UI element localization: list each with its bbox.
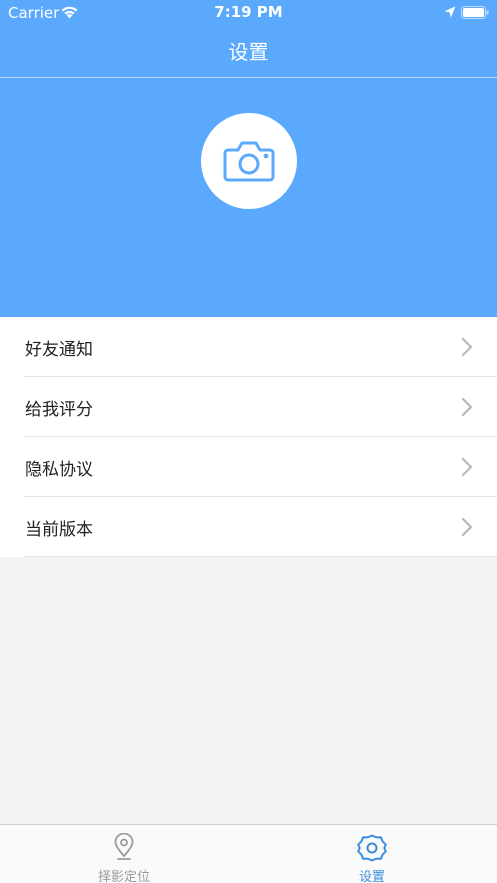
location-arrow-icon — [444, 6, 456, 18]
chevron-right-icon — [461, 517, 473, 537]
avatar-button[interactable] — [201, 113, 297, 209]
location-pin-icon — [114, 833, 134, 860]
tab-label: 择影定位 — [97, 870, 150, 883]
menu-item-rate-app[interactable]: 给我评分 — [0, 377, 497, 437]
chevron-right-icon — [461, 457, 473, 477]
row-divider — [24, 556, 497, 557]
menu-item-label: 当前版本 — [25, 519, 93, 540]
status-bar: Carrier 7:19 PM — [0, 0, 497, 26]
menu-item-current-version[interactable]: 当前版本 — [0, 497, 497, 557]
tab-locate[interactable]: 择影定位 — [0, 825, 248, 883]
nav-divider — [0, 77, 497, 78]
page-title: 设置 — [228, 40, 269, 64]
settings-menu: 好友通知 给我评分 隐私协议 当前版本 — [0, 317, 497, 557]
tab-label: 设置 — [358, 870, 385, 883]
chevron-right-icon — [461, 337, 473, 357]
menu-item-friend-notifications[interactable]: 好友通知 — [0, 317, 497, 377]
gear-icon — [357, 834, 387, 862]
tab-settings[interactable]: 设置 — [248, 825, 496, 883]
screen: Carrier 7:19 PM 设置 好友通知 给我评分 隐私协议 当前版本 择… — [0, 0, 497, 883]
menu-item-label: 给我评分 — [25, 399, 93, 420]
menu-item-label: 隐私协议 — [25, 459, 93, 480]
menu-item-label: 好友通知 — [25, 339, 93, 360]
chevron-right-icon — [461, 397, 473, 417]
camera-icon — [223, 141, 275, 182]
header: Carrier 7:19 PM 设置 — [0, 0, 497, 317]
tab-bar: 择影定位 设置 — [0, 824, 497, 883]
status-time: 7:19 PM — [214, 3, 283, 21]
battery-icon — [461, 6, 489, 19]
menu-item-privacy-policy[interactable]: 隐私协议 — [0, 437, 497, 497]
